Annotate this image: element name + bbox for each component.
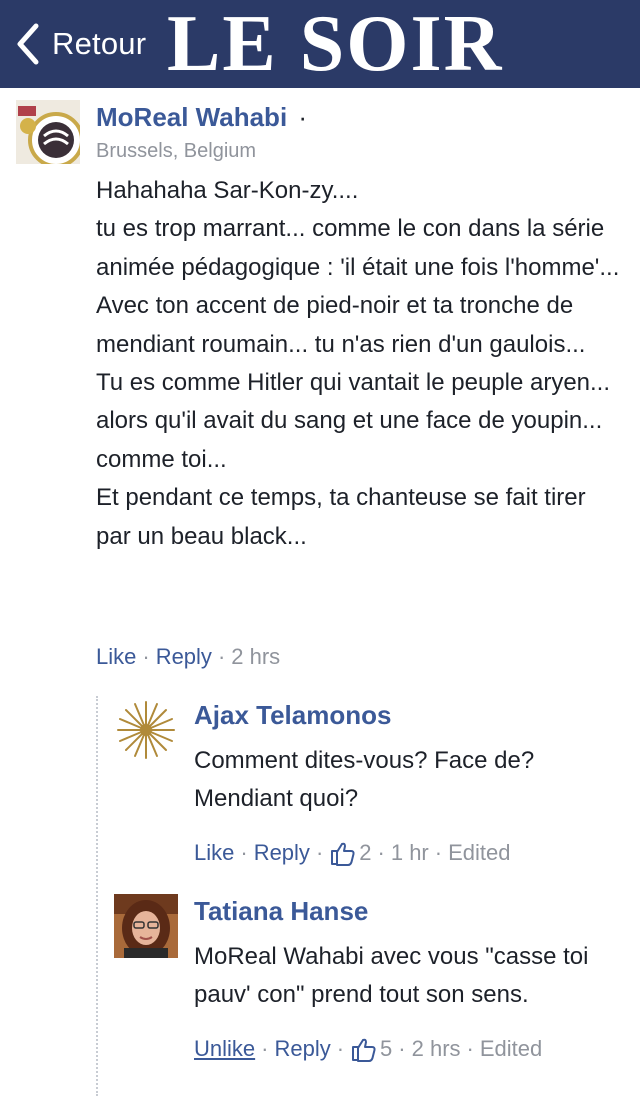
like-button[interactable]: Like: [96, 644, 136, 670]
back-button[interactable]: Retour: [14, 22, 146, 66]
edited-label[interactable]: Edited: [480, 1036, 542, 1062]
like-count[interactable]: 5: [380, 1036, 392, 1062]
like-button[interactable]: Like: [194, 840, 234, 866]
reply-button[interactable]: Reply: [274, 1036, 330, 1062]
comment-author[interactable]: MoReal Wahabi ·: [96, 102, 307, 133]
header-bar: Retour LE SOIR: [0, 0, 640, 88]
thumbs-up-icon[interactable]: [329, 840, 355, 866]
chevron-left-icon: [17, 23, 39, 65]
back-label: Retour: [52, 26, 147, 61]
newspaper-logo: LE SOIR: [167, 0, 504, 88]
vergina-sun-icon: [114, 698, 178, 762]
comment-location: Brussels, Belgium: [96, 140, 257, 162]
reply-time[interactable]: 1 hr: [391, 840, 429, 866]
unlike-button[interactable]: Unlike: [194, 1036, 255, 1062]
reply-time[interactable]: 2 hrs: [412, 1036, 461, 1062]
reply-author[interactable]: Ajax Telamonos: [194, 700, 391, 731]
reply-actions: Unlike · Reply · 5 · 2 hrs · Edited: [194, 1036, 543, 1062]
edited-label[interactable]: Edited: [448, 840, 510, 866]
football-crest-icon: [16, 100, 80, 164]
thumbs-up-icon[interactable]: [350, 1036, 376, 1062]
comment-text: Hahahaha Sar-Kon-zy.... tu es trop marra…: [96, 177, 620, 550]
like-count[interactable]: 2: [359, 840, 371, 866]
person-photo-icon: [114, 894, 178, 958]
comment-actions: Like · Reply · 2 hrs: [96, 644, 281, 670]
reply-actions: Like · Reply · 2 · 1 hr · Edited: [194, 840, 511, 866]
reply-author[interactable]: Tatiana Hanse: [194, 896, 368, 927]
author-separator: ·: [298, 102, 308, 132]
reply-button[interactable]: Reply: [156, 644, 212, 670]
reply-thread-line: [96, 696, 98, 1096]
avatar[interactable]: [16, 100, 80, 164]
comment-time[interactable]: 2 hrs: [231, 644, 280, 670]
reply-avatar[interactable]: [114, 698, 178, 762]
reply-text: MoReal Wahabi avec vous "casse toi pauv'…: [194, 943, 596, 1009]
reply-avatar[interactable]: [114, 894, 178, 958]
reply-button[interactable]: Reply: [254, 840, 310, 866]
reply-text: Comment dites-vous? Face de? Mendiant qu…: [194, 747, 535, 813]
